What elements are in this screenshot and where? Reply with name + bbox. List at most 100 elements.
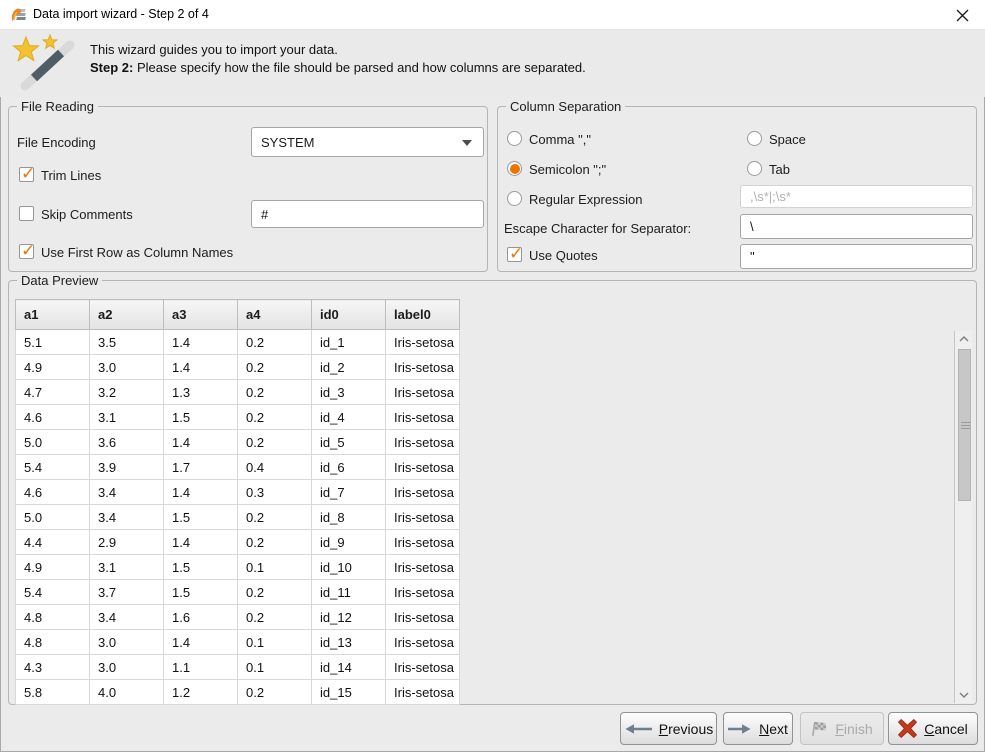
preview-table-cell: 4.3 bbox=[16, 655, 90, 680]
preview-table-row: 4.63.41.40.3id_7Iris-setosa bbox=[16, 480, 460, 505]
preview-table-cell: 1.3 bbox=[164, 380, 238, 405]
preview-table-cell: 5.1 bbox=[16, 330, 90, 355]
preview-table-cell: id_7 bbox=[312, 480, 386, 505]
preview-table-cell: Iris-setosa bbox=[386, 530, 460, 555]
preview-table-cell: Iris-setosa bbox=[386, 680, 460, 705]
preview-table-cell: 3.6 bbox=[90, 430, 164, 455]
preview-table-cell: 1.7 bbox=[164, 455, 238, 480]
preview-column-header: a2 bbox=[90, 300, 164, 330]
space-radio[interactable] bbox=[747, 131, 762, 146]
preview-table-cell: 1.5 bbox=[164, 505, 238, 530]
preview-table-cell: 3.2 bbox=[90, 380, 164, 405]
preview-table-cell: Iris-setosa bbox=[386, 380, 460, 405]
preview-table-cell: 3.4 bbox=[90, 505, 164, 530]
preview-table-cell: id_9 bbox=[312, 530, 386, 555]
preview-table-cell: 0.2 bbox=[238, 530, 312, 555]
previous-button[interactable]: Previous bbox=[620, 712, 717, 745]
wizard-description-line1: This wizard guides you to import your da… bbox=[90, 41, 586, 59]
use-quotes-checkbox[interactable] bbox=[507, 247, 522, 262]
preview-table-cell: id_11 bbox=[312, 580, 386, 605]
next-button[interactable]: Next bbox=[723, 712, 793, 745]
scrollbar-down-arrow[interactable] bbox=[955, 687, 973, 703]
preview-table-cell: 0.2 bbox=[238, 405, 312, 430]
trim-lines-label[interactable]: Trim Lines bbox=[41, 168, 101, 183]
preview-table-cell: id_13 bbox=[312, 630, 386, 655]
regex-radio[interactable] bbox=[507, 191, 522, 206]
cancel-x-icon bbox=[898, 719, 917, 738]
close-button[interactable] bbox=[951, 5, 973, 25]
preview-table-cell: Iris-setosa bbox=[386, 405, 460, 430]
regex-input[interactable] bbox=[740, 185, 973, 208]
escape-character-input[interactable] bbox=[740, 214, 973, 239]
preview-table-cell: 1.4 bbox=[164, 330, 238, 355]
preview-table-cell: id_3 bbox=[312, 380, 386, 405]
next-button-label: Next bbox=[759, 721, 788, 737]
finish-button[interactable]: Finish bbox=[800, 712, 884, 745]
first-row-column-names-label[interactable]: Use First Row as Column Names bbox=[41, 245, 233, 260]
file-encoding-dropdown[interactable]: SYSTEM bbox=[251, 127, 484, 157]
preview-table-row: 5.43.91.70.4id_6Iris-setosa bbox=[16, 455, 460, 480]
preview-table-cell: id_4 bbox=[312, 405, 386, 430]
preview-table-row: 5.03.61.40.2id_5Iris-setosa bbox=[16, 430, 460, 455]
preview-table-cell: id_1 bbox=[312, 330, 386, 355]
data-preview-group-label: Data Preview bbox=[17, 272, 102, 289]
trim-lines-checkbox[interactable] bbox=[19, 167, 34, 182]
preview-table-row: 4.63.11.50.2id_4Iris-setosa bbox=[16, 405, 460, 430]
column-separation-group: Column Separation Comma "," Space Semico… bbox=[497, 106, 977, 272]
preview-table-cell: 5.8 bbox=[16, 680, 90, 705]
file-encoding-value: SYSTEM bbox=[261, 135, 314, 150]
data-preview-group: Data Preview a1a2a3a4id0label0 5.13.51.4… bbox=[8, 280, 977, 705]
comma-radio[interactable] bbox=[507, 131, 522, 146]
step-label: Step 2: bbox=[90, 60, 133, 75]
arrow-right-icon bbox=[728, 723, 752, 735]
preview-table-cell: 3.7 bbox=[90, 580, 164, 605]
semicolon-radio[interactable] bbox=[507, 161, 522, 176]
preview-column-header: a3 bbox=[164, 300, 238, 330]
preview-table-cell: Iris-setosa bbox=[386, 330, 460, 355]
preview-table-cell: 3.4 bbox=[90, 480, 164, 505]
preview-table-cell: 4.0 bbox=[90, 680, 164, 705]
tab-radio[interactable] bbox=[747, 161, 762, 176]
preview-table-cell: 4.9 bbox=[16, 355, 90, 380]
use-quotes-label[interactable]: Use Quotes bbox=[529, 248, 598, 263]
preview-table-header-row: a1a2a3a4id0label0 bbox=[16, 300, 460, 330]
preview-column-header: a1 bbox=[16, 300, 90, 330]
preview-table-cell: 3.1 bbox=[90, 555, 164, 580]
space-radio-label[interactable]: Space bbox=[769, 132, 806, 147]
comma-radio-label[interactable]: Comma "," bbox=[529, 132, 591, 147]
tab-radio-label[interactable]: Tab bbox=[769, 162, 790, 177]
previous-button-label: Previous bbox=[659, 721, 713, 737]
preview-vertical-scrollbar[interactable] bbox=[954, 331, 972, 703]
preview-table-cell: 4.6 bbox=[16, 480, 90, 505]
preview-table-row: 4.83.41.60.2id_12Iris-setosa bbox=[16, 605, 460, 630]
cancel-button[interactable]: Cancel bbox=[888, 712, 978, 745]
preview-table-row: 4.83.01.40.1id_13Iris-setosa bbox=[16, 630, 460, 655]
column-separation-group-label: Column Separation bbox=[506, 98, 625, 115]
first-row-column-names-checkbox[interactable] bbox=[19, 244, 34, 259]
preview-table-cell: 1.5 bbox=[164, 405, 238, 430]
preview-table-cell: 5.0 bbox=[16, 430, 90, 455]
preview-table-cell: 3.0 bbox=[90, 655, 164, 680]
preview-table-cell: id_12 bbox=[312, 605, 386, 630]
semicolon-radio-label[interactable]: Semicolon ";" bbox=[529, 162, 606, 177]
preview-table-cell: id_10 bbox=[312, 555, 386, 580]
preview-table-cell: 4.8 bbox=[16, 605, 90, 630]
magic-wand-icon bbox=[9, 33, 81, 93]
regex-radio-label[interactable]: Regular Expression bbox=[529, 192, 642, 207]
quote-character-input[interactable] bbox=[740, 244, 973, 269]
skip-comments-input[interactable] bbox=[251, 200, 484, 228]
preview-table-cell: Iris-setosa bbox=[386, 430, 460, 455]
window-title: Data import wizard - Step 2 of 4 bbox=[33, 7, 209, 21]
scrollbar-thumb[interactable] bbox=[958, 349, 971, 501]
preview-table-row: 5.43.71.50.2id_11Iris-setosa bbox=[16, 580, 460, 605]
preview-column-header: label0 bbox=[386, 300, 460, 330]
skip-comments-label[interactable]: Skip Comments bbox=[41, 207, 133, 222]
preview-table-cell: 4.6 bbox=[16, 405, 90, 430]
scrollbar-up-arrow[interactable] bbox=[955, 331, 973, 347]
file-encoding-label: File Encoding bbox=[17, 135, 96, 150]
preview-table-cell: Iris-setosa bbox=[386, 555, 460, 580]
escape-character-label: Escape Character for Separator: bbox=[504, 221, 691, 236]
skip-comments-checkbox[interactable] bbox=[19, 206, 34, 221]
preview-table-cell: Iris-setosa bbox=[386, 480, 460, 505]
preview-column-header: a4 bbox=[238, 300, 312, 330]
